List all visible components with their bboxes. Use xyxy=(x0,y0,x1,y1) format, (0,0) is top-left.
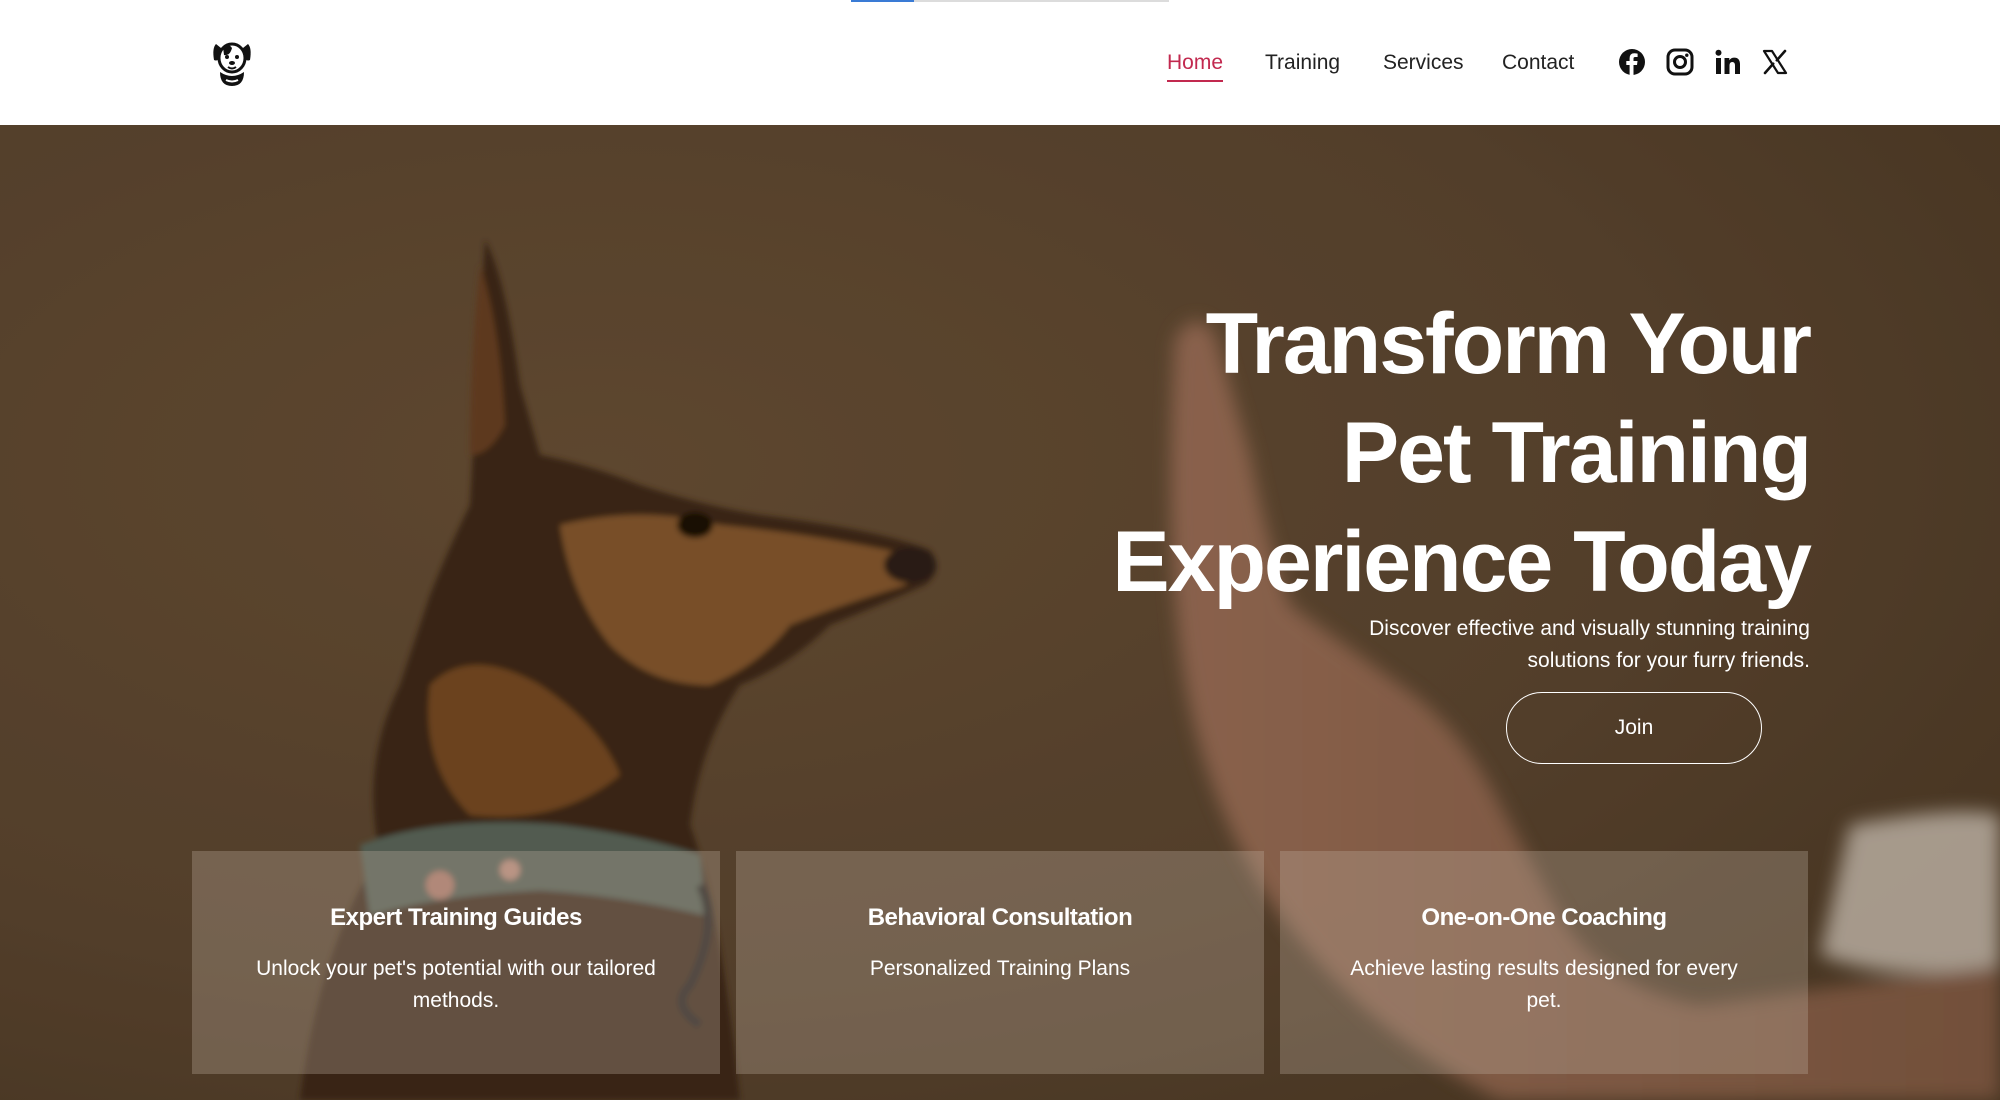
join-button[interactable]: Join xyxy=(1506,692,1762,764)
instagram-icon[interactable] xyxy=(1665,47,1695,77)
hero-title: Transform Your Pet Training Experience T… xyxy=(910,290,1812,617)
hero-subtitle: Discover effective and visually stunning… xyxy=(1369,617,1810,672)
card-text: Achieve lasting results designed for eve… xyxy=(1350,957,1738,1012)
card-title: Expert Training Guides xyxy=(330,904,582,931)
feature-card-one-on-one-coaching[interactable]: One-on-One Coaching Achieve lasting resu… xyxy=(1280,851,1808,1074)
nav-item-contact[interactable]: Contact xyxy=(1502,48,1574,78)
hero-title-line-1: Transform Your xyxy=(1205,296,1812,392)
linkedin-icon[interactable] xyxy=(1713,47,1743,77)
feature-card-behavioral-consultation[interactable]: Behavioral Consultation Personalized Tra… xyxy=(736,851,1264,1074)
card-title: Behavioral Consultation xyxy=(867,904,1133,931)
hero-title-line-2: Pet Training xyxy=(1341,405,1812,501)
card-title: One-on-One Coaching xyxy=(1421,904,1667,931)
card-text: Personalized Training Plans xyxy=(869,957,1131,980)
main-nav: Home Training Services Contact xyxy=(0,0,2000,125)
hero-section: Transform Your Pet Training Experience T… xyxy=(0,125,2000,1100)
facebook-icon[interactable] xyxy=(1617,47,1647,77)
nav-item-training[interactable]: Training xyxy=(1265,48,1340,78)
feature-card-expert-training[interactable]: Expert Training Guides Unlock your pet's… xyxy=(192,851,720,1074)
nav-item-home[interactable]: Home xyxy=(1167,48,1224,82)
x-twitter-icon[interactable] xyxy=(1760,47,1790,77)
nav-item-services[interactable]: Services xyxy=(1383,48,1464,78)
site-header: Home Training Services Contact xyxy=(0,0,2000,125)
card-text: Unlock your pet's potential with our tai… xyxy=(256,957,656,1012)
hero-title-line-3: Experience Today xyxy=(1112,514,1812,610)
